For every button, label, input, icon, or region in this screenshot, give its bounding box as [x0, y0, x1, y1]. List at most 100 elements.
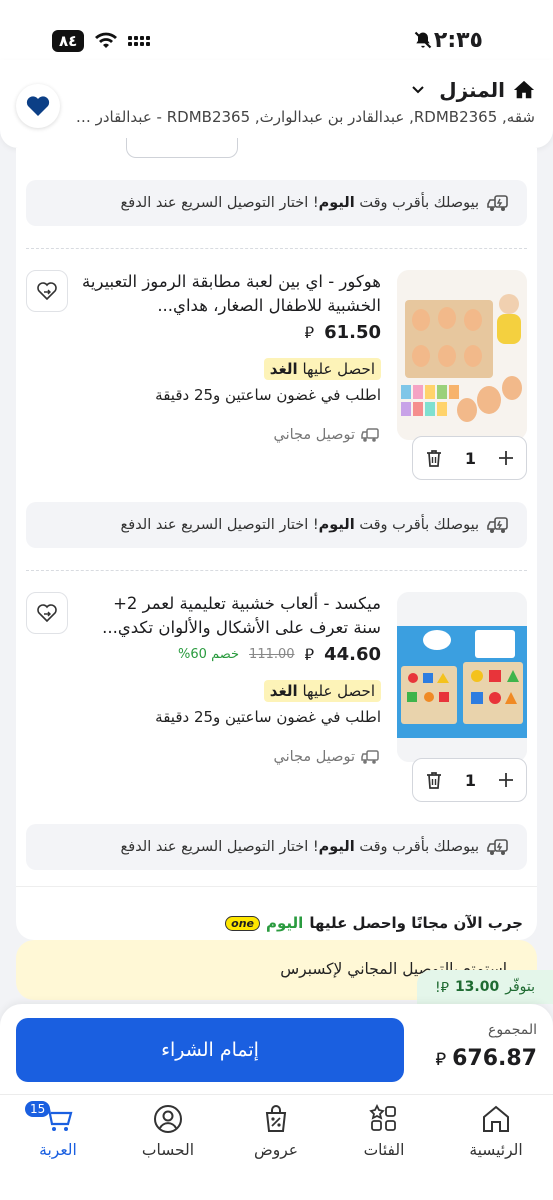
checkout-button[interactable]: إتمام الشراء	[16, 1018, 404, 1082]
categories-icon	[369, 1103, 396, 1131]
free-shipping: توصيل مجاني	[274, 749, 381, 765]
delivery-tomorrow-badge: احصل عليها الغد	[263, 358, 381, 380]
nav-cart[interactable]: 15 العربة	[13, 1101, 103, 1159]
nav-categories-label: الفئات	[363, 1141, 405, 1159]
savings-label: بتوفّر	[505, 979, 536, 995]
bell-off-icon	[414, 31, 432, 49]
move-to-wishlist-button[interactable]	[26, 592, 68, 634]
wishlist-button[interactable]	[16, 84, 60, 128]
address-line: شقه, RDMB2365, عبدالقادر بن عبدالوارث, R…	[75, 108, 535, 126]
fast-truck-icon	[487, 839, 508, 855]
cart-item: 1 ميكسد - ألعاب خشبية تعليمية لعمر 2+ سن…	[26, 592, 527, 822]
quantity-value: 1	[464, 448, 477, 468]
address-title: المنزل	[439, 78, 505, 102]
total-label: المجموع	[488, 1022, 537, 1038]
badge-prefix: احصل عليها	[302, 360, 375, 378]
order-within-text: اطلب في غضون ساعتين و25 دقيقة	[155, 708, 381, 726]
price-value: 44.60	[324, 644, 381, 665]
delivery-strip: بيوصلك بأقرب وقت اليوم! اختار التوصيل ال…	[26, 502, 527, 548]
total-amount: 676.87	[452, 1046, 537, 1071]
badge-day: الغد	[269, 682, 298, 700]
currency-symbol: ⃁	[435, 1049, 447, 1070]
delivery-suffix: ! اختار التوصيل السريع عند الدفع	[120, 195, 319, 211]
savings-currency: ⃁!	[435, 980, 449, 996]
heart-move-icon	[37, 282, 57, 300]
fast-truck-icon	[487, 517, 508, 533]
plus-icon[interactable]	[498, 450, 514, 466]
move-to-wishlist-button[interactable]	[26, 270, 68, 312]
home-icon	[483, 1105, 509, 1132]
chevron-down-icon	[412, 86, 424, 94]
divider	[26, 570, 527, 571]
nav-cart-label: العربة	[39, 1141, 77, 1159]
badge-prefix: احصل عليها	[302, 682, 375, 700]
signal-icon	[128, 36, 151, 46]
delivery-strip: بيوصلك بأقرب وقت اليوم! اختار التوصيل ال…	[26, 180, 527, 226]
fast-truck-icon	[487, 195, 508, 211]
address-header: المنزل شقه, RDMB2365, عبدالقادر بن عبدال…	[0, 60, 553, 148]
free-shipping-label: توصيل مجاني	[273, 749, 355, 765]
product-image-shape-blocks[interactable]	[397, 592, 527, 762]
delivery-highlight: اليوم	[318, 195, 355, 211]
truck-icon	[361, 750, 379, 764]
savings-pill: بتوفّر 13.00 ⃁!	[417, 970, 553, 1004]
nav-deals-label: عروض	[253, 1141, 299, 1159]
total-value: 676.87 ⃁	[435, 1046, 537, 1071]
currency-symbol: ⃁	[304, 322, 315, 342]
cart-item: 1 هوكور - اي بين لعبة مطابقة الرموز التع…	[26, 270, 527, 500]
checkout-panel: المجموع 676.87 ⃁ إتمام الشراء	[0, 1004, 553, 1094]
one-promo-highlight: اليوم	[266, 914, 304, 932]
battery-indicator: ٨٤	[52, 30, 85, 52]
wifi-icon	[95, 32, 118, 48]
account-icon	[154, 1105, 182, 1133]
truck-icon	[361, 428, 379, 442]
quantity-stepper: 1	[412, 758, 527, 802]
heart-icon	[26, 96, 50, 116]
nav-categories[interactable]: الفئات	[339, 1103, 429, 1159]
delivery-prefix: بيوصلك بأقرب وقت	[359, 839, 479, 855]
order-within-text: اطلب في غضون ساعتين و25 دقيقة	[155, 386, 381, 404]
divider	[26, 248, 527, 249]
trash-icon[interactable]	[425, 448, 443, 468]
one-membership-promo[interactable]: جرب الآن مجانًا واحصل عليها اليوم one	[16, 906, 537, 940]
deals-bag-icon	[265, 1105, 287, 1132]
delivery-suffix: ! اختار التوصيل السريع عند الدفع	[120, 839, 319, 855]
plus-icon[interactable]	[498, 772, 514, 788]
nav-deals[interactable]: عروض	[231, 1103, 321, 1159]
savings-amount: 13.00	[454, 979, 500, 995]
price-value: 61.50	[324, 322, 381, 343]
nav-home-label: الرئيسية	[469, 1141, 523, 1159]
free-shipping-label: توصيل مجاني	[273, 427, 355, 443]
delivery-highlight: اليوم	[318, 517, 355, 533]
cart-count-badge: 15	[25, 1101, 51, 1117]
one-promo-text: جرب الآن مجانًا واحصل عليها	[309, 914, 523, 932]
discount-label: خصم 60%	[178, 647, 240, 662]
delivery-highlight: اليوم	[318, 839, 355, 855]
status-time: ٢:٣٥	[433, 28, 483, 53]
quantity-stepper: 1	[412, 436, 527, 480]
trash-icon[interactable]	[425, 770, 443, 790]
currency-symbol: ⃁	[304, 644, 315, 664]
partial-quantity-box	[126, 138, 238, 158]
delivery-prefix: بيوصلك بأقرب وقت	[359, 517, 479, 533]
product-title[interactable]: هوكور - اي بين لعبة مطابقة الرموز التعبي…	[81, 270, 381, 318]
delivery-suffix: ! اختار التوصيل السريع عند الدفع	[120, 517, 319, 533]
price-row: 61.50 ⃁	[305, 322, 381, 343]
nav-account-label: الحساب	[141, 1141, 195, 1159]
product-image-emoji-puzzle[interactable]	[397, 270, 527, 440]
delivery-strip: بيوصلك بأقرب وقت اليوم! اختار التوصيل ال…	[26, 824, 527, 870]
price-row: 44.60 ⃁ 111.00 خصم 60%	[178, 644, 381, 665]
nav-account[interactable]: الحساب	[123, 1103, 213, 1159]
product-title[interactable]: ميكسد - ألعاب خشبية تعليمية لعمر 2+ سنة …	[81, 592, 381, 640]
delivery-prefix: بيوصلك بأقرب وقت	[359, 195, 479, 211]
divider	[16, 886, 537, 887]
status-icons: ٨٤	[52, 30, 151, 52]
cart-card: بيوصلك بأقرب وقت اليوم! اختار التوصيل ال…	[16, 138, 537, 940]
nav-home[interactable]: الرئيسية	[451, 1103, 541, 1159]
delivery-tomorrow-badge: احصل عليها الغد	[263, 680, 381, 702]
address-selector[interactable]: المنزل	[411, 78, 535, 102]
old-price: 111.00	[249, 647, 295, 662]
badge-day: الغد	[269, 360, 298, 378]
one-logo: one	[225, 915, 261, 931]
bottom-nav: الرئيسية الفئات عروض الحساب 15 العربة	[0, 1094, 553, 1200]
